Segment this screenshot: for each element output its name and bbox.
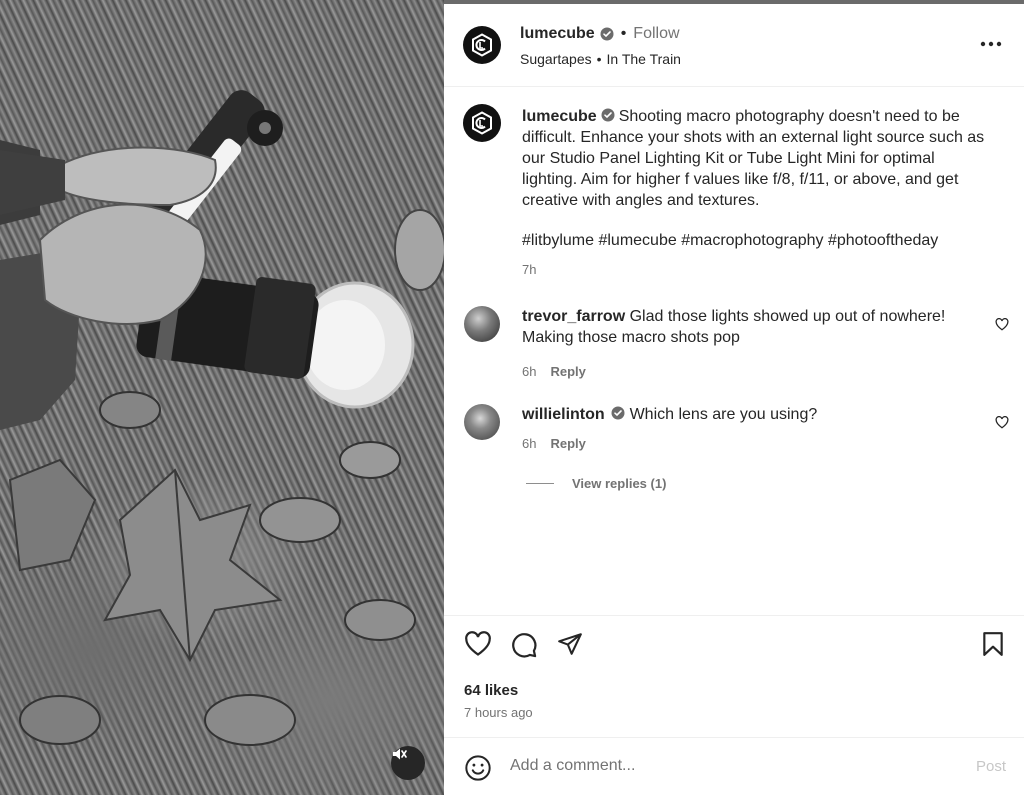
header-line-1: lumecube • Follow	[520, 25, 680, 43]
divider	[444, 615, 1024, 616]
comment-text: willielinton Which lens are you using?	[522, 404, 972, 425]
commenter-avatar[interactable]	[464, 306, 500, 342]
comment-body: Which lens are you using?	[629, 406, 818, 423]
post-photo-illustration	[0, 90, 444, 746]
author-avatar[interactable]	[463, 26, 501, 64]
post-header: lumecube • Follow Sugartapes • In The Tr…	[444, 4, 1024, 87]
share-icon	[558, 633, 582, 655]
caption-hashtags[interactable]: #litbylume #lumecube #macrophotography #…	[522, 232, 992, 250]
commenter-username[interactable]: trevor_farrow	[522, 308, 625, 325]
emoji-icon	[465, 755, 491, 781]
view-replies-label: View replies (1)	[572, 476, 667, 491]
action-bar	[444, 629, 1024, 665]
post-comment-button[interactable]: Post	[976, 758, 1006, 775]
caption-text: lumecube Shooting macro photography doesn…	[522, 106, 992, 211]
save-button[interactable]	[981, 631, 1005, 662]
location-link[interactable]: In The Train	[607, 51, 681, 67]
verified-badge-icon	[611, 405, 625, 420]
caption-username[interactable]: lumecube	[522, 108, 597, 125]
lumecube-logo-icon	[472, 33, 492, 57]
comment-meta: 6h Reply	[522, 436, 586, 451]
view-replies-button[interactable]: View replies (1)	[526, 476, 666, 491]
heart-icon	[465, 631, 491, 656]
heart-icon	[995, 317, 1009, 331]
audio-link[interactable]: Sugartapes	[520, 51, 592, 67]
follow-button[interactable]: Follow	[633, 25, 679, 43]
emoji-button[interactable]	[464, 754, 492, 787]
verified-badge-icon	[601, 107, 615, 122]
commenter-username[interactable]: willielinton	[522, 406, 605, 423]
mute-button[interactable]	[391, 746, 425, 780]
caption-timestamp: 7h	[522, 262, 537, 277]
commenter-avatar[interactable]	[464, 404, 500, 440]
comment-icon	[512, 633, 537, 658]
add-comment-bar: Post	[444, 738, 1024, 795]
comment-meta: 6h Reply	[522, 364, 586, 379]
caption-author-avatar[interactable]	[463, 104, 501, 142]
separator-dot: •	[620, 25, 627, 42]
like-button[interactable]	[464, 631, 492, 662]
like-comment-button[interactable]	[995, 317, 1009, 336]
post-details-panel: lumecube • Follow Sugartapes • In The Tr…	[444, 4, 1024, 795]
more-options-icon	[980, 41, 1002, 47]
verified-badge-icon	[600, 27, 614, 41]
comment-text: trevor_farrow Glad those lights showed u…	[522, 306, 972, 348]
separator-dot: •	[596, 51, 602, 67]
author-username[interactable]: lumecube	[520, 25, 595, 43]
divider-line	[526, 483, 554, 484]
reply-button[interactable]: Reply	[550, 364, 585, 379]
posted-time: 7 hours ago	[464, 705, 533, 720]
likes-count[interactable]: 64 likes	[464, 682, 518, 699]
header-line-2: Sugartapes • In The Train	[520, 51, 681, 67]
post-photo[interactable]	[0, 0, 444, 795]
heart-icon	[995, 415, 1009, 429]
more-options-button[interactable]	[980, 34, 1002, 52]
comment-timestamp: 6h	[522, 436, 537, 451]
comment-button[interactable]	[510, 631, 538, 664]
comment-input[interactable]	[510, 752, 950, 780]
like-comment-button[interactable]	[995, 415, 1009, 434]
bookmark-icon	[983, 632, 1003, 656]
reply-button[interactable]: Reply	[550, 436, 585, 451]
lumecube-logo-icon	[472, 111, 492, 135]
comment-timestamp: 6h	[522, 364, 537, 379]
share-button[interactable]	[556, 631, 584, 662]
